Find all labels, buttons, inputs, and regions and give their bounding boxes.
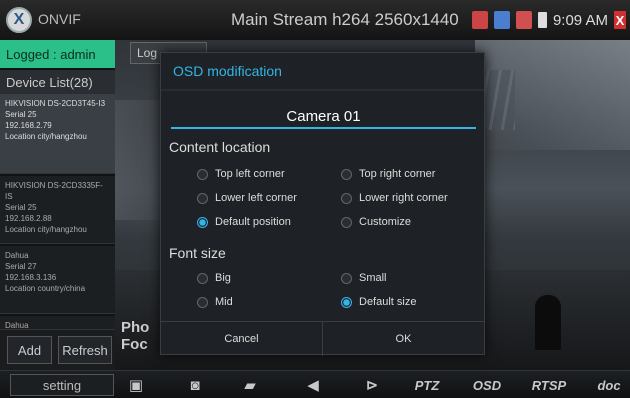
option-top-left[interactable]: Top left corner (197, 165, 285, 183)
camera-overlay-text: Pho Foc (121, 319, 149, 353)
option-mid[interactable]: Mid (197, 293, 233, 311)
dialog-buttons: Cancel OK (161, 321, 484, 356)
content-location-title: Content location (169, 139, 271, 155)
record-icon[interactable]: ▰ (235, 375, 265, 395)
option-label: Default size (359, 296, 417, 308)
dialog-title: OSD modification (161, 53, 484, 89)
clock: 9:09 AM (552, 11, 608, 29)
scene-person (535, 295, 561, 350)
option-label: Lower left corner (215, 192, 297, 204)
camera-icon[interactable]: ◙ (180, 375, 210, 395)
device-name: HIKVISION DS-2CD3335F-IS (5, 181, 103, 201)
device-name: Dahua (5, 251, 29, 260)
device-item[interactable]: HIKVISION DS-2CD3T45-I3 Serial 25 192.16… (0, 94, 115, 174)
device-location: Location city/hangzhou (5, 225, 87, 234)
doc-button[interactable]: doc (590, 375, 628, 395)
radio-selected-icon[interactable] (197, 216, 208, 228)
option-label: Lower right corner (359, 192, 448, 204)
device-ip: 192.168.2.88 (5, 214, 52, 223)
option-customize[interactable]: Customize (341, 213, 411, 231)
option-label: Top right corner (359, 168, 436, 180)
radio-icon[interactable] (341, 216, 352, 228)
logged-in-label: Logged : admin (0, 40, 115, 68)
option-default-position[interactable]: Default position (197, 213, 291, 231)
option-lower-right[interactable]: Lower right corner (341, 189, 448, 207)
device-list-title: Device List(28) (0, 70, 115, 94)
device-item[interactable]: Dahua Serial 27 192.168.3.136 Location c… (0, 246, 115, 314)
option-big[interactable]: Big (197, 269, 231, 287)
option-lower-left[interactable]: Lower left corner (197, 189, 297, 207)
wifi-off-icon (515, 11, 532, 29)
bottom-toolbar: setting ▣ ◙ ▰ ◀ ⊳ PTZ OSD RTSP doc (0, 370, 630, 398)
dialog-divider (161, 89, 484, 91)
option-small[interactable]: Small (341, 269, 387, 287)
battery-icon (537, 12, 547, 28)
radio-icon[interactable] (341, 272, 352, 284)
overlay-line: Pho (121, 319, 150, 336)
option-label: Default position (215, 216, 291, 228)
status-bar: 9:09 AM X (471, 0, 630, 40)
osd-button[interactable]: OSD (467, 375, 507, 395)
radio-icon[interactable] (341, 168, 352, 180)
option-top-right[interactable]: Top right corner (341, 165, 435, 183)
network-icon (493, 11, 510, 29)
overlay-line: Foc (121, 336, 148, 353)
font-size-title: Font size (169, 245, 226, 261)
radio-icon[interactable] (197, 296, 208, 308)
mute-icon[interactable]: ◀ (298, 375, 328, 395)
ptz-button[interactable]: PTZ (405, 375, 449, 395)
close-icon[interactable]: X (614, 11, 626, 29)
device-ip: 192.168.2.79 (5, 121, 52, 130)
option-label: Customize (359, 216, 411, 228)
device-serial: Serial 27 (5, 262, 37, 271)
osd-dialog: OSD modification Content location Top le… (160, 52, 485, 356)
device-location: Location country/china (5, 284, 86, 293)
device-location: Location city/hangzhou (5, 132, 87, 141)
rtsp-button[interactable]: RTSP (527, 375, 571, 395)
option-label: Mid (215, 296, 233, 308)
radio-icon[interactable] (197, 168, 208, 180)
option-label: Big (215, 272, 231, 284)
device-serial: Serial 25 (5, 203, 37, 212)
add-button[interactable]: Add (7, 336, 52, 364)
radio-selected-icon[interactable] (341, 296, 352, 308)
play-icon[interactable]: ⊳ (357, 375, 387, 395)
onvif-logo-icon[interactable]: X (6, 7, 32, 33)
app-name: ONVIF (38, 11, 81, 27)
option-default-size[interactable]: Default size (341, 293, 416, 311)
option-label: Small (359, 272, 387, 284)
cancel-button[interactable]: Cancel (161, 322, 323, 356)
option-label: Top left corner (215, 168, 285, 180)
device-item[interactable]: Dahua (0, 316, 115, 330)
device-name: HIKVISION DS-2CD3T45-I3 (5, 99, 106, 108)
radio-icon[interactable] (341, 192, 352, 204)
title-bar: X ONVIF Main Stream h264 2560x1440 9:09 … (0, 0, 630, 40)
image-icon[interactable]: ▣ (121, 375, 151, 395)
device-serial: Serial 25 (5, 110, 37, 119)
storage-icon (471, 11, 488, 29)
stream-title: Main Stream h264 2560x1440 (231, 10, 459, 29)
sidebar-actions: Add Refresh (0, 330, 115, 370)
radio-icon[interactable] (197, 272, 208, 284)
device-ip: 192.168.3.136 (5, 273, 57, 282)
radio-icon[interactable] (197, 192, 208, 204)
refresh-button[interactable]: Refresh (58, 336, 112, 364)
device-item[interactable]: HIKVISION DS-2CD3335F-IS Serial 25 192.1… (0, 176, 115, 244)
ok-button[interactable]: OK (323, 322, 484, 356)
camera-name-input[interactable] (171, 105, 476, 129)
setting-button[interactable]: setting (10, 374, 114, 396)
